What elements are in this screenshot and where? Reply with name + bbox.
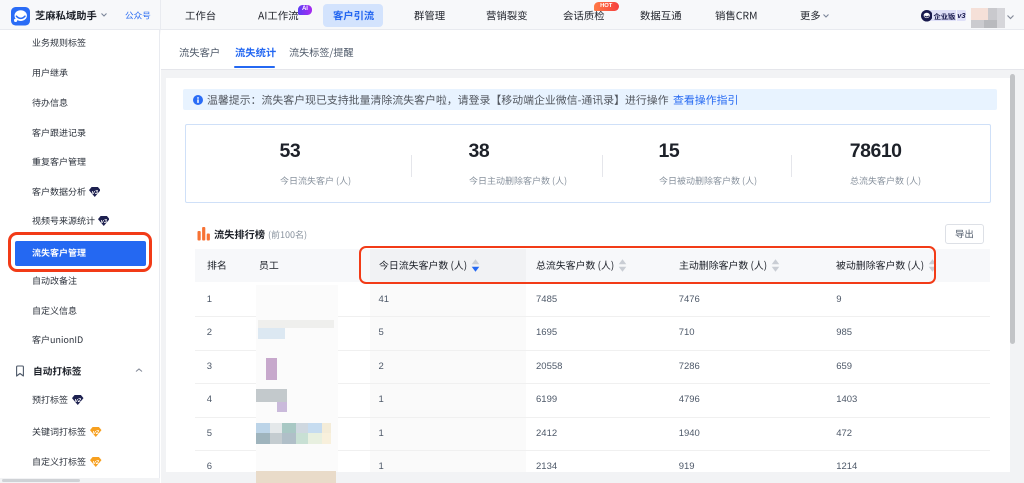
svg-text:v2: v2 bbox=[75, 398, 82, 404]
svg-text:v2: v2 bbox=[93, 460, 100, 466]
svg-text:v2: v2 bbox=[93, 430, 100, 436]
svg-text:v3: v3 bbox=[91, 189, 98, 195]
svg-text:v3: v3 bbox=[100, 219, 107, 225]
